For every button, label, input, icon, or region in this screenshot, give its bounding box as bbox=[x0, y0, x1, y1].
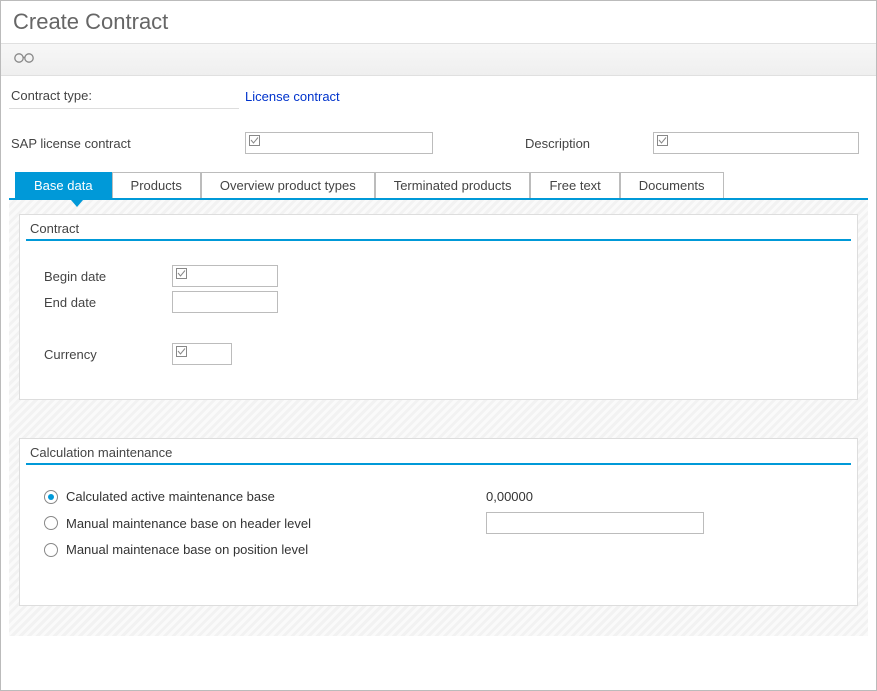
contract-type-row: Contract type: License contract bbox=[9, 86, 868, 110]
tab-documents[interactable]: Documents bbox=[620, 172, 724, 198]
glasses-icon[interactable] bbox=[13, 50, 35, 69]
begin-date-input[interactable] bbox=[172, 265, 278, 287]
manual-header-input[interactable] bbox=[486, 512, 704, 534]
radio-manual-position[interactable] bbox=[44, 543, 58, 557]
sap-license-label: SAP license contract bbox=[9, 136, 245, 151]
radio-calculated[interactable] bbox=[44, 490, 58, 504]
currency-row: Currency bbox=[44, 343, 833, 365]
tab-free-text[interactable]: Free text bbox=[530, 172, 619, 198]
calculated-value: 0,00000 bbox=[486, 489, 533, 504]
end-date-input[interactable] bbox=[172, 291, 278, 313]
radio-manual-header[interactable] bbox=[44, 516, 58, 530]
description-input[interactable] bbox=[653, 132, 859, 154]
currency-input[interactable] bbox=[172, 343, 232, 365]
sap-license-input[interactable] bbox=[245, 132, 433, 154]
tab-panel-base-data: Contract Begin date bbox=[9, 200, 868, 636]
group-calc-title: Calculation maintenance bbox=[26, 439, 851, 465]
window: Create Contract Contract type: License c… bbox=[0, 0, 877, 691]
description-label: Description bbox=[523, 136, 653, 151]
tab-overview-product-types[interactable]: Overview product types bbox=[201, 172, 375, 198]
group-contract-title: Contract bbox=[26, 215, 851, 241]
currency-label: Currency bbox=[44, 347, 172, 362]
group-contract: Contract Begin date bbox=[19, 214, 858, 400]
tabstrip: Base data Products Overview product type… bbox=[9, 172, 868, 636]
contract-type-label: Contract type: bbox=[9, 87, 239, 109]
radio-manual-header-label: Manual maintenance base on header level bbox=[66, 516, 486, 531]
calc-option-calculated: Calculated active maintenance base 0,000… bbox=[44, 489, 833, 504]
tab-products[interactable]: Products bbox=[112, 172, 201, 198]
radio-manual-position-label: Manual maintenace base on position level bbox=[66, 542, 486, 557]
content-area: Contract type: License contract SAP lice… bbox=[1, 76, 876, 690]
contract-name-row: SAP license contract Description bbox=[9, 132, 868, 154]
f4-help-icon bbox=[657, 135, 668, 146]
f4-help-icon bbox=[176, 268, 187, 279]
tabs: Base data Products Overview product type… bbox=[9, 172, 868, 200]
toolbar bbox=[1, 44, 876, 76]
calc-option-manual-header: Manual maintenance base on header level bbox=[44, 512, 833, 534]
tab-base-data[interactable]: Base data bbox=[15, 172, 112, 198]
contract-type-link[interactable]: License contract bbox=[239, 89, 340, 108]
group-calculation-maintenance: Calculation maintenance Calculated activ… bbox=[19, 438, 858, 606]
end-date-label: End date bbox=[44, 295, 172, 310]
tab-terminated-products[interactable]: Terminated products bbox=[375, 172, 531, 198]
f4-help-icon bbox=[249, 135, 260, 146]
f4-help-icon bbox=[176, 346, 187, 357]
page-title: Create Contract bbox=[1, 1, 876, 44]
begin-date-row: Begin date bbox=[44, 265, 833, 287]
end-date-row: End date bbox=[44, 291, 833, 313]
calc-option-manual-position: Manual maintenace base on position level bbox=[44, 542, 833, 557]
radio-calculated-label: Calculated active maintenance base bbox=[66, 489, 486, 504]
begin-date-label: Begin date bbox=[44, 269, 172, 284]
